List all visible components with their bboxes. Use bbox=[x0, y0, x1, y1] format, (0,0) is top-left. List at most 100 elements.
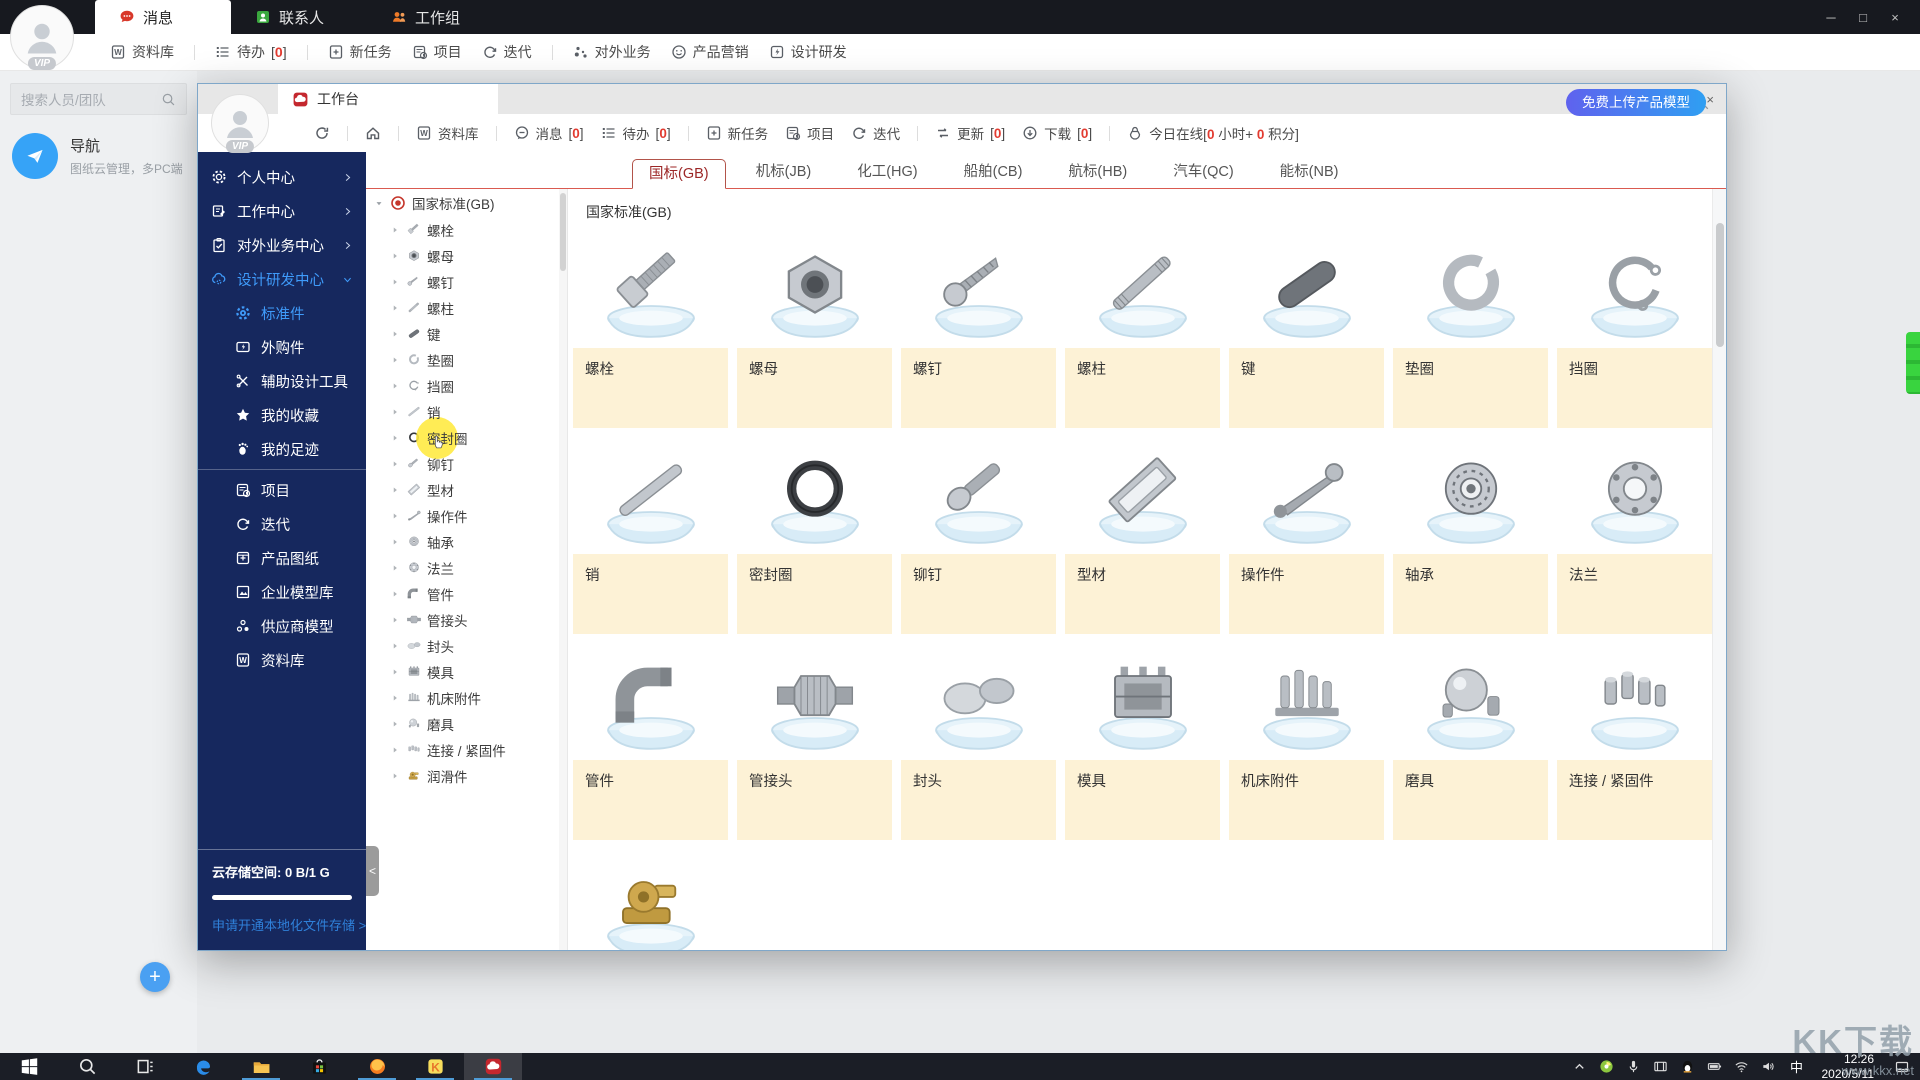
category-tab-1[interactable]: 机标(JB) bbox=[740, 158, 828, 188]
tree-expand-icon[interactable] bbox=[390, 355, 400, 365]
nav-list-item[interactable]: 导航 图纸云管理，多PC端 bbox=[0, 121, 197, 191]
tree-node-15[interactable]: 管接头 bbox=[366, 607, 567, 633]
part-card-12[interactable]: 轴承 bbox=[1393, 438, 1548, 634]
part-card-17[interactable]: 模具 bbox=[1065, 644, 1220, 840]
sidebar-item-12[interactable]: 产品图纸 bbox=[198, 541, 366, 575]
win-toolbar-item-6[interactable]: 项目 bbox=[785, 123, 834, 143]
tray-film[interactable] bbox=[1647, 1059, 1674, 1074]
user-avatar[interactable]: VIP bbox=[10, 5, 74, 70]
outer-toolbar-item-6[interactable]: 产品营销 bbox=[671, 42, 749, 62]
taskbar-app-edge[interactable] bbox=[174, 1053, 232, 1080]
outer-toolbar-item-3[interactable]: 项目 bbox=[412, 42, 462, 62]
add-button[interactable]: + bbox=[140, 962, 170, 992]
user-avatar[interactable]: VIP bbox=[211, 94, 269, 153]
sidebar-item-5[interactable]: 外购件 bbox=[198, 330, 366, 364]
tree-expand-icon[interactable] bbox=[390, 459, 400, 469]
category-tab-5[interactable]: 汽车(QC) bbox=[1157, 158, 1249, 188]
tree-expand-icon[interactable] bbox=[390, 329, 400, 339]
tree-expand-icon[interactable] bbox=[390, 641, 400, 651]
sidebar-collapse-handle[interactable]: < bbox=[366, 846, 379, 896]
outer-toolbar-item-5[interactable]: 对外业务 bbox=[573, 42, 651, 62]
part-card-4[interactable]: 键 bbox=[1229, 232, 1384, 428]
sidebar-item-14[interactable]: 供应商模型 bbox=[198, 609, 366, 643]
tree-expand-icon[interactable] bbox=[390, 589, 400, 599]
sidebar-item-11[interactable]: 迭代 bbox=[198, 507, 366, 541]
part-card-14[interactable]: 管件 bbox=[573, 644, 728, 840]
sidebar-item-0[interactable]: 个人中心 bbox=[198, 160, 366, 194]
outer-toolbar-item-7[interactable]: 设计研发 bbox=[769, 42, 847, 62]
part-card-8[interactable]: 密封圈 bbox=[737, 438, 892, 634]
category-tab-3[interactable]: 船舶(CB) bbox=[948, 158, 1039, 188]
part-card-15[interactable]: 管接头 bbox=[737, 644, 892, 840]
tree-expand-icon[interactable] bbox=[390, 537, 400, 547]
maximize-button[interactable]: □ bbox=[1850, 10, 1876, 25]
sidebar-item-6[interactable]: 辅助设计工具 bbox=[198, 364, 366, 398]
part-card-21[interactable] bbox=[573, 850, 728, 950]
sidebar-item-8[interactable]: 我的足迹 bbox=[198, 432, 366, 466]
taskbar-app-taskview[interactable] bbox=[116, 1053, 174, 1080]
tray-battery[interactable] bbox=[1701, 1059, 1728, 1074]
taskbar-app-explorer[interactable] bbox=[232, 1053, 290, 1080]
win-toolbar-item-2[interactable]: W 资料库 bbox=[416, 123, 479, 143]
part-card-10[interactable]: 型材 bbox=[1065, 438, 1220, 634]
taskbar-app-kapp[interactable]: K bbox=[406, 1053, 464, 1080]
tree-expand-icon[interactable] bbox=[374, 196, 384, 211]
tray-chevup[interactable] bbox=[1566, 1059, 1593, 1074]
tray-qq[interactable] bbox=[1674, 1059, 1701, 1074]
tree-expand-icon[interactable] bbox=[390, 511, 400, 521]
tray-mic[interactable] bbox=[1620, 1059, 1647, 1074]
sidebar-item-1[interactable]: 工作中心 bbox=[198, 194, 366, 228]
tree-expand-icon[interactable] bbox=[390, 251, 400, 261]
tree-expand-icon[interactable] bbox=[390, 693, 400, 703]
tree-node-8[interactable]: 密封圈 bbox=[366, 417, 567, 459]
part-card-20[interactable]: 连接 / 紧固件 bbox=[1557, 644, 1712, 840]
tree-scrollbar[interactable] bbox=[559, 189, 567, 950]
app-tab-1[interactable]: 联系人 bbox=[231, 0, 367, 34]
tree-node-21[interactable]: 润滑件 bbox=[366, 763, 567, 789]
tree-expand-icon[interactable] bbox=[390, 433, 400, 443]
part-card-3[interactable]: 螺柱 bbox=[1065, 232, 1220, 428]
outer-toolbar-item-2[interactable]: 新任务 bbox=[328, 42, 392, 62]
part-card-2[interactable]: 螺钉 bbox=[901, 232, 1056, 428]
minimize-button[interactable]: ─ bbox=[1818, 10, 1844, 25]
tree-node-14[interactable]: 管件 bbox=[366, 581, 567, 607]
win-toolbar-item-9[interactable]: 下载 [0] bbox=[1022, 123, 1092, 143]
tree-node-13[interactable]: 法兰 bbox=[366, 555, 567, 581]
taskbar-app-start[interactable] bbox=[0, 1053, 58, 1080]
tree-node-6[interactable]: 挡圈 bbox=[366, 373, 567, 399]
tree-expand-icon[interactable] bbox=[390, 277, 400, 287]
tree-node-9[interactable]: 铆钉 bbox=[366, 451, 567, 477]
category-tab-4[interactable]: 航标(HB) bbox=[1052, 158, 1143, 188]
tree-node-2[interactable]: 螺钉 bbox=[366, 269, 567, 295]
part-card-5[interactable]: 垫圈 bbox=[1393, 232, 1548, 428]
notification-icon[interactable] bbox=[1884, 1059, 1920, 1075]
tree-expand-icon[interactable] bbox=[390, 407, 400, 417]
taskbar-app-cloudapp[interactable] bbox=[464, 1053, 522, 1080]
tree-root-node[interactable]: 国家标准(GB) bbox=[366, 189, 567, 217]
tree-expand-icon[interactable] bbox=[390, 615, 400, 625]
taskbar-clock[interactable]: 12:26 2020/5/11 bbox=[1812, 1052, 1885, 1080]
tree-node-3[interactable]: 螺柱 bbox=[366, 295, 567, 321]
sidebar-item-13[interactable]: 企业模型库 bbox=[198, 575, 366, 609]
part-card-13[interactable]: 法兰 bbox=[1557, 438, 1712, 634]
outer-toolbar-item-0[interactable]: W 资料库 bbox=[110, 42, 174, 62]
tree-expand-icon[interactable] bbox=[390, 719, 400, 729]
tree-node-4[interactable]: 键 bbox=[366, 321, 567, 347]
local-storage-link[interactable]: 申请开通本地化文件存储 > bbox=[212, 918, 366, 933]
outer-toolbar-item-4[interactable]: 迭代 bbox=[482, 42, 532, 62]
tab-workbench[interactable]: 工作台 bbox=[278, 84, 498, 114]
tree-node-16[interactable]: 封头 bbox=[366, 633, 567, 659]
win-toolbar-item-4[interactable]: 待办 [0] bbox=[601, 123, 671, 143]
tree-expand-icon[interactable] bbox=[390, 303, 400, 313]
tree-expand-icon[interactable] bbox=[390, 667, 400, 677]
sidebar-item-15[interactable]: W 资料库 bbox=[198, 643, 366, 677]
close-button[interactable]: × bbox=[1882, 10, 1908, 25]
category-tab-0[interactable]: 国标(GB) bbox=[632, 159, 726, 189]
tree-node-11[interactable]: 操作件 bbox=[366, 503, 567, 529]
part-card-16[interactable]: 封头 bbox=[901, 644, 1056, 840]
tree-node-5[interactable]: 垫圈 bbox=[366, 347, 567, 373]
win-toolbar-item-1[interactable] bbox=[365, 125, 381, 141]
tree-node-1[interactable]: 螺母 bbox=[366, 243, 567, 269]
tree-expand-icon[interactable] bbox=[390, 225, 400, 235]
part-card-7[interactable]: 销 bbox=[573, 438, 728, 634]
